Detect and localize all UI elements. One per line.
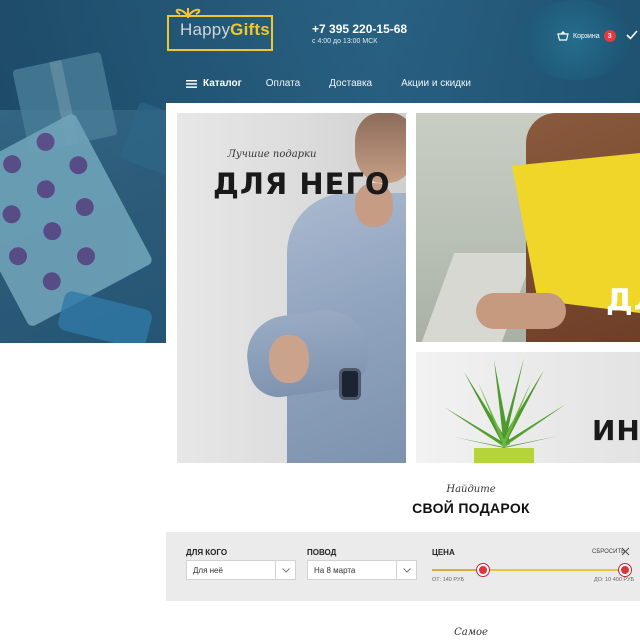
cart-count-badge: 3 bbox=[603, 30, 616, 42]
occasion-select[interactable]: На 8 марта bbox=[307, 560, 417, 580]
chevron-down-icon bbox=[275, 561, 295, 579]
brand-logo[interactable]: HappyGifts bbox=[180, 20, 270, 40]
promo-title-for-him: ДЛЯ НЕГО bbox=[213, 167, 391, 201]
potted-plant-photo bbox=[444, 358, 566, 463]
price-label: ЦЕНА bbox=[432, 548, 455, 557]
gift-filter-bar: ДЛЯ КОГО Для неё ПОВОД На 8 марта ЦЕНА С… bbox=[166, 532, 640, 601]
phone-number[interactable]: +7 395 220-15-68 bbox=[312, 22, 407, 36]
hand-photo bbox=[476, 293, 566, 329]
for-whom-label: ДЛЯ КОГО bbox=[186, 548, 228, 557]
brand-happy: Happy bbox=[180, 20, 231, 39]
occasion-value: На 8 марта bbox=[314, 565, 356, 575]
occasion-label: ПОВОД bbox=[307, 548, 337, 557]
close-icon[interactable] bbox=[621, 547, 630, 556]
finder-subtitle: Найдите bbox=[446, 484, 496, 495]
basket-icon bbox=[557, 31, 569, 41]
price-max-text: ДО: 10 400 РУБ bbox=[594, 577, 635, 583]
promo-card-interior[interactable]: ИН bbox=[416, 352, 640, 463]
price-range-selected bbox=[482, 569, 626, 571]
hamburger-icon bbox=[186, 79, 197, 88]
nav-link-payment[interactable]: Оплата bbox=[266, 78, 300, 89]
brand-gifts: Gifts bbox=[230, 20, 270, 39]
promo-subtitle: Лучшие подарки bbox=[227, 149, 317, 160]
working-hours: с 4:00 до 13:00 МСК bbox=[312, 38, 378, 45]
nav-link-delivery[interactable]: Доставка bbox=[329, 78, 372, 89]
catalog-menu-button[interactable]: Каталог bbox=[186, 78, 242, 89]
cart-label: Корзина bbox=[573, 32, 600, 40]
nav-link-promotions[interactable]: Акции и скидки bbox=[401, 78, 471, 89]
for-whom-select[interactable]: Для неё bbox=[186, 560, 296, 580]
cart-button[interactable]: Корзина 3 bbox=[557, 30, 616, 42]
ribbon-decoration bbox=[56, 289, 154, 343]
checkmark-icon[interactable] bbox=[626, 29, 638, 41]
main-navigation: Каталог Оплата Доставка Акции и скидки bbox=[186, 78, 500, 89]
promo-card-for-him[interactable]: Лучшие подарки ДЛЯ НЕГО bbox=[177, 113, 406, 463]
promo-title-interior: ИН bbox=[592, 414, 640, 447]
section-subtitle: Самое bbox=[454, 627, 488, 638]
price-min-handle[interactable] bbox=[477, 564, 489, 576]
finder-title: СВОЙ ПОДАРОК bbox=[412, 500, 530, 516]
man-hand-photo bbox=[269, 335, 309, 383]
for-whom-value: Для неё bbox=[193, 565, 223, 575]
promo-card-for-her[interactable]: ДЛ bbox=[416, 113, 640, 342]
wristwatch-photo bbox=[339, 368, 361, 400]
catalog-label: Каталог bbox=[203, 78, 242, 89]
price-max-handle[interactable] bbox=[619, 564, 631, 576]
chevron-down-icon bbox=[396, 561, 416, 579]
promo-title-for-her: ДЛ bbox=[606, 283, 640, 318]
price-min-text: ОТ: 140 РУБ bbox=[432, 577, 465, 583]
